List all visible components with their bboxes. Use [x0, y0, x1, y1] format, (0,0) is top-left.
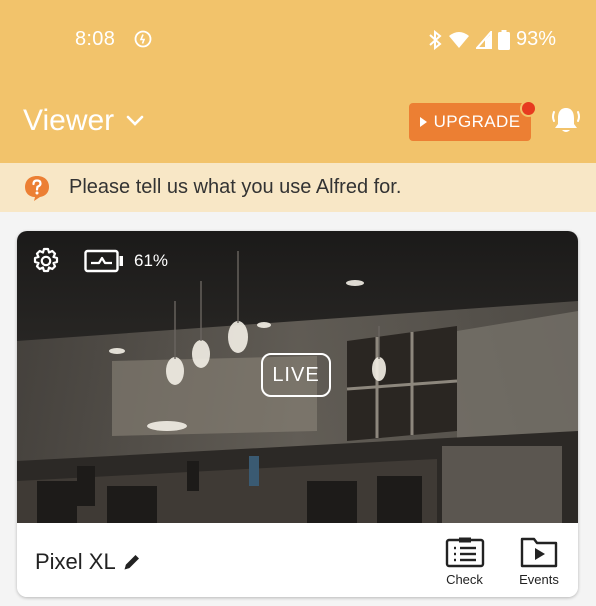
notification-badge — [520, 100, 537, 117]
question-bubble-icon — [25, 175, 49, 201]
camera-battery: 61% — [84, 249, 168, 273]
pencil-icon — [124, 555, 139, 570]
bluetooth-icon — [429, 29, 442, 50]
wifi-icon — [448, 31, 469, 48]
events-button[interactable]: Events — [514, 536, 564, 587]
live-label: LIVE — [272, 363, 320, 386]
device-name-edit[interactable]: Pixel XL — [35, 549, 142, 575]
camera-card: 61% LIVE Pixel XL Check Events — [17, 231, 578, 597]
events-folder-icon — [520, 537, 558, 568]
upgrade-button[interactable]: UPGRADE — [409, 103, 531, 141]
battery-icon — [497, 29, 510, 50]
status-icons: 93% — [428, 28, 556, 51]
play-icon — [419, 117, 427, 127]
camera-preview[interactable]: 61% LIVE — [17, 231, 578, 523]
check-label: Check — [446, 572, 483, 587]
charging-battery-icon — [84, 249, 123, 273]
alarm-bell-icon[interactable] — [549, 103, 583, 137]
check-button[interactable]: Check — [442, 536, 487, 587]
page-title: Viewer — [23, 104, 115, 137]
viewer-dropdown[interactable]: Viewer — [23, 104, 144, 138]
gear-icon[interactable] — [31, 246, 61, 276]
banner-text: Please tell us what you use Alfred for. — [69, 176, 402, 198]
events-label: Events — [519, 572, 559, 587]
dnd-icon — [134, 30, 152, 48]
battery-percent: 93% — [515, 28, 556, 50]
chevron-down-icon — [126, 115, 144, 126]
live-button[interactable]: LIVE — [261, 353, 331, 397]
upgrade-label: UPGRADE — [433, 112, 521, 131]
signal-icon — [475, 30, 492, 49]
checklist-icon — [445, 537, 484, 568]
device-name: Pixel XL — [35, 549, 116, 574]
camera-battery-level: 61% — [134, 251, 169, 270]
status-time: 8:08 — [75, 28, 116, 50]
feedback-banner[interactable]: Please tell us what you use Alfred for. — [0, 163, 596, 212]
status-bar: 8:08 93% — [0, 0, 596, 80]
